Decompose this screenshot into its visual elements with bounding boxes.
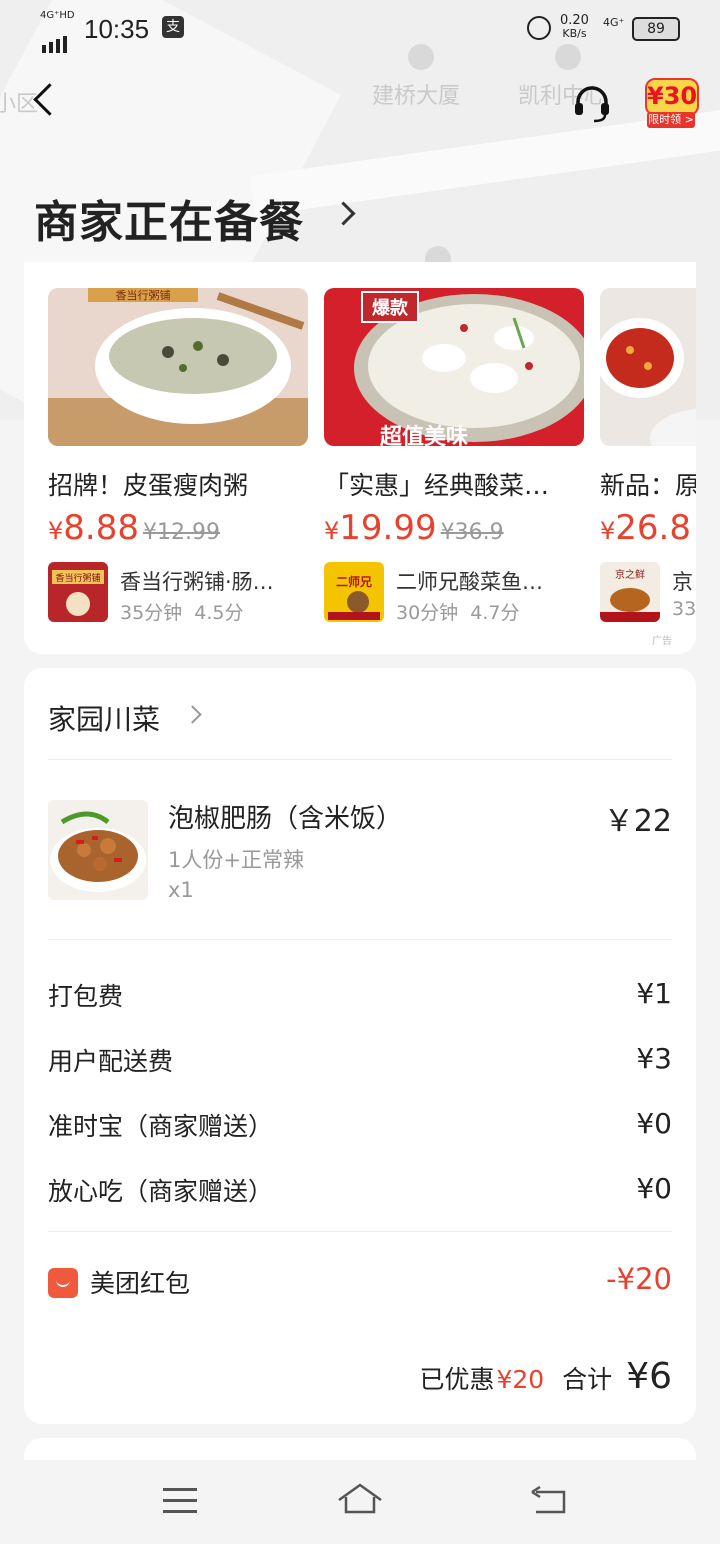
rec-shop-name: 香当行粥铺·肠…: [120, 570, 274, 594]
signal-icon: [42, 24, 70, 53]
fee-value: ¥0: [636, 1172, 672, 1205]
svg-text:京之鲜: 京之鲜: [615, 568, 645, 581]
fee-row-delivery: 用户配送费 ¥3: [48, 1042, 672, 1082]
rec-item-price: ¥26.8: [600, 508, 691, 548]
dish-name: 泡椒肥肠（含米饭）: [168, 804, 403, 834]
top-bar: ¥30 限时领 >: [0, 60, 720, 150]
total-value: ¥6: [626, 1356, 672, 1397]
coupon-tag: 限时领 >: [647, 112, 695, 128]
home-icon[interactable]: [337, 1482, 383, 1518]
food-image[interactable]: [600, 288, 696, 446]
total-label: 合计: [562, 1365, 613, 1394]
rec-shop-meta: 30分钟 4.7分: [396, 602, 520, 624]
rec-shop[interactable]: 京之鲜 京 33: [600, 562, 696, 622]
chevron-left-icon[interactable]: [33, 83, 66, 116]
shop-logo: 京之鲜: [600, 562, 660, 622]
dish-image: [48, 800, 148, 900]
network-label-2: 4G⁺: [603, 16, 625, 29]
saved-value: ¥20: [496, 1365, 545, 1394]
dish-spec: 1人份+正常辣: [168, 848, 304, 872]
fee-value: ¥0: [636, 1107, 672, 1140]
status-bar: 4G⁺HD 10:35 支 0.20 KB/s 4G⁺ 89: [0, 0, 720, 58]
coupon-amount: ¥30: [645, 78, 699, 116]
image-badge: 爆款: [372, 297, 409, 319]
network-label: 4G⁺HD: [40, 10, 75, 21]
fee-row-packing: 打包费 ¥1: [48, 977, 672, 1017]
network-speed: 0.20 KB/s: [560, 13, 589, 40]
order-detail-card: 家园川菜 泡椒肥肠（含米饭） 1人份+正常辣 x1 ￥22 打包费 ¥1 用户配…: [24, 668, 696, 1424]
fee-label: 准时宝（商家赠送）: [48, 1112, 274, 1141]
clock: 10:35: [84, 14, 150, 44]
image-banner: 香当行粥铺: [116, 288, 171, 302]
shop-name[interactable]: 家园川菜: [48, 698, 160, 738]
fee-label: 放心吃（商家赠送）: [48, 1177, 274, 1206]
red-packet-icon: [48, 1268, 78, 1298]
fee-label: 用户配送费: [48, 1047, 174, 1076]
shop-logo: 香当行粥铺: [48, 562, 108, 622]
red-packet-label: 美团红包: [90, 1269, 191, 1298]
rec-item-price: ¥8.88 ¥12.99: [48, 508, 220, 548]
rec-item-original-price: ¥12.99: [142, 520, 220, 545]
dish-price: ￥22: [603, 804, 672, 839]
alarm-icon: [527, 16, 551, 40]
red-packet-value: -¥20: [606, 1262, 672, 1296]
rec-shop-meta: 33: [672, 598, 696, 620]
fee-value: ¥3: [636, 1042, 672, 1075]
battery-icon: 89: [632, 17, 680, 41]
rec-shop[interactable]: 香当行粥铺 香当行粥铺·肠… 35分钟 4.5分: [48, 562, 308, 624]
ad-tag: 广告: [652, 636, 672, 647]
fee-row-ontime: 准时宝（商家赠送） ¥0: [48, 1107, 672, 1147]
rec-shop-name: 京: [672, 570, 693, 594]
rec-shop[interactable]: 二师兄 二师兄酸菜鱼… 30分钟 4.7分: [324, 562, 584, 624]
svg-text:二师兄: 二师兄: [336, 574, 372, 589]
fee-value: ¥1: [636, 977, 672, 1010]
svg-text:香当行粥铺: 香当行粥铺: [55, 572, 100, 584]
menu-icon[interactable]: [163, 1488, 197, 1514]
shop-logo: 二师兄: [324, 562, 384, 622]
coupon-badge[interactable]: ¥30 限时领 >: [645, 78, 699, 130]
rec-item-name: 「实惠」经典酸菜…: [324, 471, 550, 500]
fee-row-safe-eat: 放心吃（商家赠送） ¥0: [48, 1172, 672, 1212]
order-total: 已优惠¥20 合计 ¥6: [419, 1356, 672, 1397]
rec-item-original-price: ¥36.9: [440, 520, 504, 545]
fee-label: 打包费: [48, 982, 124, 1011]
chevron-right-icon[interactable]: [183, 705, 202, 724]
red-packet-row: 美团红包 -¥20: [48, 1262, 672, 1302]
rec-item-name: 招牌！皮蛋瘦肉粥: [48, 471, 249, 500]
rec-item-name: 新品：原: [600, 471, 696, 500]
back-icon[interactable]: [530, 1486, 568, 1516]
recommendation-list[interactable]: 香当行粥铺 招牌！皮蛋瘦肉粥 ¥8.88 ¥12.99 香当行粥铺 香当行粥铺·肠…: [48, 288, 696, 648]
rec-shop-meta: 35分钟 4.5分: [120, 602, 244, 624]
system-nav-bar: [0, 1460, 720, 1544]
rec-shop-name: 二师兄酸菜鱼…: [396, 570, 543, 594]
rec-item-price: ¥19.99 ¥36.9: [324, 508, 504, 548]
divider: [48, 939, 672, 940]
recommendation-card: 香当行粥铺 招牌！皮蛋瘦肉粥 ¥8.88 ¥12.99 香当行粥铺 香当行粥铺·肠…: [24, 262, 696, 654]
divider: [48, 759, 672, 760]
dish-quantity: x1: [168, 878, 194, 902]
image-banner: 超值美味: [380, 424, 468, 446]
food-image[interactable]: 爆款 超值美味: [324, 288, 584, 446]
divider: [48, 1231, 672, 1232]
headset-icon[interactable]: [572, 84, 612, 124]
alipay-icon: 支: [162, 16, 184, 38]
saved-label: 已优惠: [419, 1365, 495, 1394]
order-status-title[interactable]: 商家正在备餐: [34, 186, 304, 250]
food-image[interactable]: 香当行粥铺: [48, 288, 308, 446]
